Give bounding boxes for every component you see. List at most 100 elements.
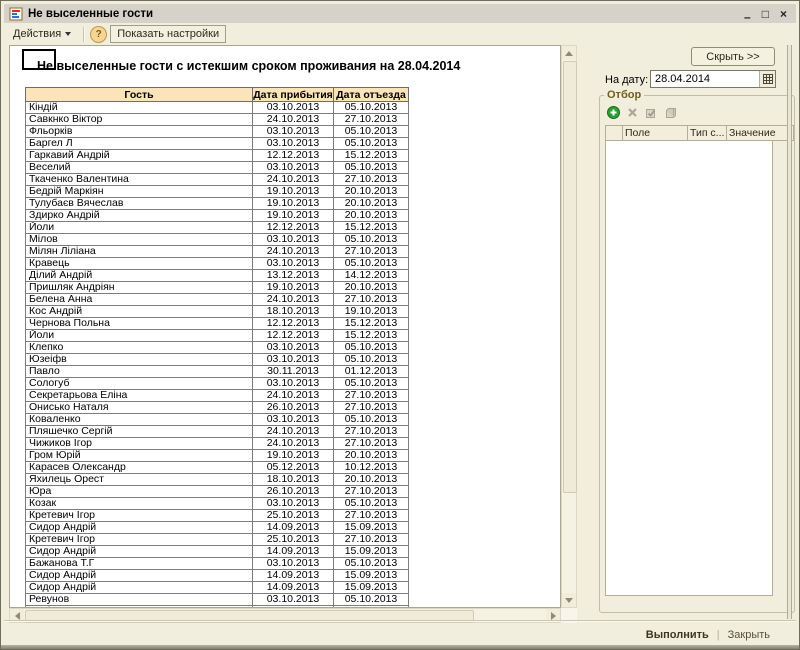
table-row[interactable]: Юра26.10.201327.10.2013 [26, 486, 409, 498]
table-row[interactable]: Ділий Андрій13.12.201314.12.2013 [26, 270, 409, 282]
vertical-scrollbar[interactable] [561, 45, 577, 608]
date-input[interactable] [651, 71, 763, 87]
table-row[interactable]: Веселий03.10.201305.10.2013 [26, 162, 409, 174]
execute-button[interactable]: Выполнить [646, 629, 709, 641]
table-row[interactable]: Ревунов03.10.201305.10.2013 [26, 594, 409, 606]
table-row[interactable]: Баргел Л03.10.201305.10.2013 [26, 138, 409, 150]
uncheck-all-button[interactable] [663, 105, 677, 119]
filter-table-body[interactable] [605, 141, 773, 596]
date-cell: 20.10.2013 [334, 450, 409, 462]
close-button[interactable]: × [780, 8, 787, 20]
table-row[interactable]: Козак03.10.201305.10.2013 [26, 498, 409, 510]
maximize-button[interactable]: □ [762, 8, 769, 20]
table-row[interactable]: Кретевич Ігор25.10.201327.10.2013 [26, 510, 409, 522]
table-row[interactable]: Яхилець Орест18.10.201320.10.2013 [26, 474, 409, 486]
table-row[interactable]: Сидор Андрій14.09.201315.09.2013 [26, 546, 409, 558]
filter-group-title: Отбор [604, 89, 644, 101]
window-resize-edge[interactable] [787, 45, 792, 619]
window-title: Не выселенные гости [28, 8, 744, 20]
table-row[interactable]: Бедрій Маркіян19.10.201320.10.2013 [26, 186, 409, 198]
scroll-down-button[interactable] [562, 593, 576, 607]
table-row[interactable]: Бажанова Т.Г03.10.201305.10.2013 [26, 558, 409, 570]
table-row[interactable]: Чернова Польна12.12.201315.12.2013 [26, 318, 409, 330]
table-row[interactable]: Кос Андрій18.10.201319.10.2013 [26, 306, 409, 318]
table-row[interactable]: Йоли12.12.201315.12.2013 [26, 330, 409, 342]
table-row[interactable]: Белена Анна24.10.201327.10.2013 [26, 294, 409, 306]
table-row[interactable]: Сидор Андрій14.09.201315.09.2013 [26, 522, 409, 534]
filter-toolbar [600, 101, 794, 125]
table-row[interactable]: Сологуб03.10.201305.10.2013 [26, 378, 409, 390]
guest-name-cell: Сидор Андрій [26, 570, 253, 582]
guest-name-cell: Здирко Андрій [26, 210, 253, 222]
table-row[interactable]: Карасев Олександр05.12.201310.12.2013 [26, 462, 409, 474]
add-icon [607, 106, 620, 119]
table-row[interactable]: Ткаченко Валентина24.10.201327.10.2013 [26, 174, 409, 186]
table-row[interactable]: Сидор Андрій14.09.201315.09.2013 [26, 570, 409, 582]
table-row[interactable]: Пришляк Андріян19.10.201320.10.2013 [26, 282, 409, 294]
help-button[interactable]: ? [90, 26, 107, 43]
date-cell: 27.10.2013 [334, 114, 409, 126]
table-row[interactable]: Пляшечко Сергій24.10.201327.10.2013 [26, 426, 409, 438]
table-row[interactable]: Сидор Андрій14.09.201315.09.2013 [26, 582, 409, 594]
table-row[interactable]: Секретарьова Еліна24.10.201327.10.2013 [26, 390, 409, 402]
date-cell: 03.10.2013 [253, 594, 334, 606]
table-row[interactable]: Кіндій03.10.201305.10.2013 [26, 102, 409, 114]
toolbar-separator [83, 27, 85, 42]
table-row[interactable]: Клепко03.10.201305.10.2013 [26, 342, 409, 354]
date-cell: 05.10.2013 [334, 162, 409, 174]
date-cell: 19.10.2013 [253, 186, 334, 198]
guest-name-cell: Фльорків [26, 126, 253, 138]
table-row[interactable]: Коваленко03.10.201305.10.2013 [26, 414, 409, 426]
table-row[interactable]: Йоли12.12.201315.12.2013 [26, 222, 409, 234]
table-row[interactable]: Чижиков Ігор24.10.201327.10.2013 [26, 438, 409, 450]
table-row[interactable]: Гром Юрій19.10.201320.10.2013 [26, 450, 409, 462]
date-cell: 05.10.2013 [334, 498, 409, 510]
date-cell: 27.10.2013 [334, 402, 409, 414]
date-cell: 24.10.2013 [253, 390, 334, 402]
scroll-up-button[interactable] [562, 46, 576, 60]
date-cell: 27.10.2013 [334, 294, 409, 306]
table-row[interactable]: Мілян Ліліана24.10.201327.10.2013 [26, 246, 409, 258]
date-cell: 14.09.2013 [253, 546, 334, 558]
table-row[interactable]: Здирко Андрій19.10.201320.10.2013 [26, 210, 409, 222]
footer-bar: Выполнить | Закрыть [4, 623, 796, 646]
date-cell: 30.11.2013 [253, 366, 334, 378]
guest-name-cell: Пляшечко Сергій [26, 426, 253, 438]
date-cell: 19.10.2013 [253, 282, 334, 294]
table-row[interactable]: Мілов03.10.201305.10.2013 [26, 234, 409, 246]
show-settings-button[interactable]: Показать настройки [110, 25, 226, 43]
report-area[interactable]: Не выселенные гости с истекшим сроком пр… [9, 45, 561, 608]
date-cell: 03.10.2013 [253, 342, 334, 354]
guest-name-cell: Гром Юрій [26, 450, 253, 462]
calendar-picker-button[interactable] [759, 71, 775, 87]
add-filter-button[interactable] [606, 105, 620, 119]
actions-menu-button[interactable]: Действия [6, 26, 78, 42]
date-cell: 05.10.2013 [334, 378, 409, 390]
check-all-button[interactable] [644, 105, 658, 119]
table-row[interactable]: Юзеіфв03.10.201305.10.2013 [26, 354, 409, 366]
vertical-scroll-thumb[interactable] [563, 61, 577, 493]
date-cell: 19.10.2013 [253, 450, 334, 462]
date-cell: 15.12.2013 [334, 330, 409, 342]
table-row[interactable]: Тулубаєв Вячеслав19.10.201320.10.2013 [26, 198, 409, 210]
table-row[interactable]: Павло30.11.201301.12.2013 [26, 366, 409, 378]
date-cell: 15.09.2013 [334, 522, 409, 534]
table-row[interactable]: Кретевич Ігор25.10.201327.10.2013 [26, 534, 409, 546]
guest-name-cell: Павло [26, 366, 253, 378]
table-row[interactable]: Кравець03.10.201305.10.2013 [26, 258, 409, 270]
guest-name-cell: Секретарьова Еліна [26, 390, 253, 402]
hide-settings-label: Скрыть >> [706, 51, 759, 63]
table-row[interactable]: Савкнко Віктор24.10.201327.10.2013 [26, 114, 409, 126]
date-cell: 26.10.2013 [253, 402, 334, 414]
table-row[interactable]: Гаркавий Андрій12.12.201315.12.2013 [26, 150, 409, 162]
table-row[interactable]: Фльорків03.10.201305.10.2013 [26, 126, 409, 138]
guest-name-cell: Кравець [26, 258, 253, 270]
arrow-up-icon [565, 51, 573, 56]
table-row[interactable]: Онисько Наталя26.10.201327.10.2013 [26, 402, 409, 414]
close-form-button[interactable]: Закрыть [728, 629, 770, 641]
hide-settings-button[interactable]: Скрыть >> [691, 47, 775, 66]
minimize-button[interactable]: – [744, 11, 751, 23]
date-cell: 24.10.2013 [253, 246, 334, 258]
guest-name-cell: Сидор Андрій [26, 522, 253, 534]
delete-filter-button[interactable] [625, 105, 639, 119]
